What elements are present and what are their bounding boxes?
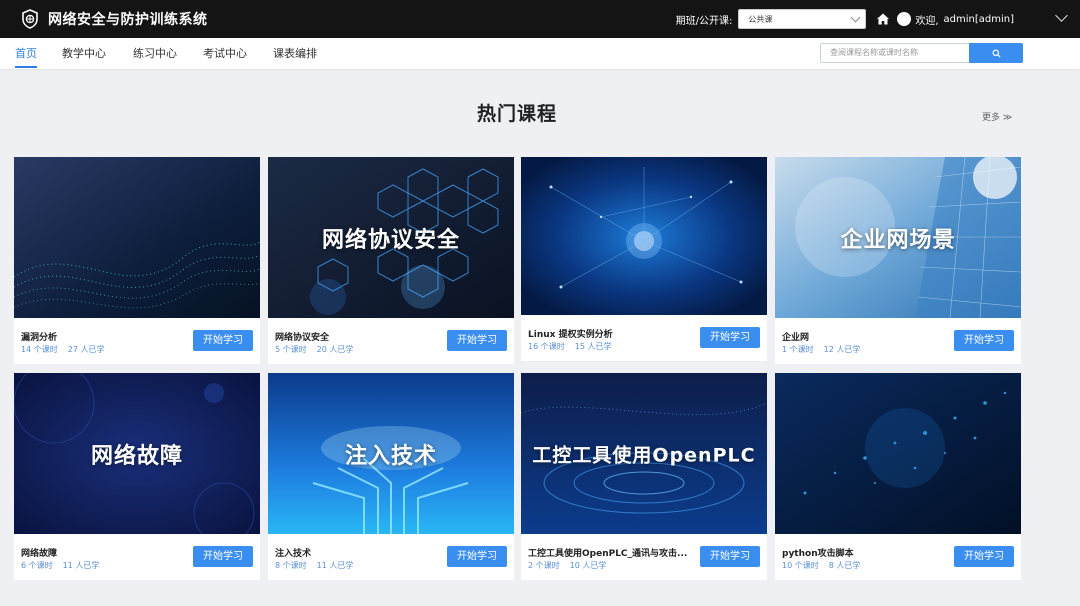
learner-count: 11 人已学: [62, 561, 100, 570]
thumbnail-title: 企业网场景: [840, 227, 956, 253]
search-input[interactable]: 查阅课程名称或课时名称: [820, 43, 970, 63]
course-card[interactable]: Linux 提权实例分析 16 个课时 15 人已学 开始学习: [521, 157, 767, 361]
chevron-down-icon: [850, 12, 861, 22]
class-select-value: 公共课: [748, 14, 773, 24]
learner-count: 20 人已学: [316, 345, 354, 354]
user-area: 期班/公开课: 公共课 欢迎, admin[admin]: [675, 0, 1068, 38]
nav-item-schedule[interactable]: 课表编排: [273, 38, 317, 69]
course-thumbnail[interactable]: 注入技术: [268, 373, 514, 534]
thumbnail-title: 工控工具使用OpenPLC: [532, 444, 756, 466]
course-meta: 8 个课时 11 人已学: [275, 560, 353, 571]
course-card[interactable]: 网络故障 网络故障 6 个课时 11 人已学 开始学习: [14, 373, 260, 580]
avatar[interactable]: [897, 12, 912, 26]
lesson-count: 5 个课时: [275, 345, 307, 354]
section-title: 热门课程: [476, 103, 557, 125]
start-learning-button[interactable]: 开始学习: [193, 546, 253, 567]
nav-item-teaching[interactable]: 教学中心: [62, 38, 106, 69]
lesson-count: 14 个课时: [21, 345, 58, 354]
course-thumbnail[interactable]: 网络协议安全: [268, 157, 514, 318]
start-learning-button[interactable]: 开始学习: [700, 327, 760, 348]
course-name[interactable]: 企业网: [782, 330, 809, 343]
thumbnail-title: 网络协议安全: [321, 227, 460, 253]
thumbnail-title: 网络故障: [90, 443, 183, 469]
course-card[interactable]: 注入技术 注入技术 8 个课时 11 人已学 开始学习: [268, 373, 514, 580]
course-card[interactable]: python攻击脚本 10 个课时 8 人已学 开始学习: [775, 373, 1021, 580]
course-meta: 6 个课时 11 人已学: [21, 560, 99, 571]
course-name[interactable]: python攻击脚本: [782, 546, 854, 559]
course-thumbnail[interactable]: 工控工具使用OpenPLC: [521, 373, 767, 534]
course-meta: 14 个课时 27 人已学: [21, 344, 104, 355]
course-meta: 5 个课时 20 人已学: [275, 344, 353, 355]
lesson-count: 16 个课时: [528, 342, 565, 351]
nav-item-exam[interactable]: 考试中心: [203, 38, 247, 69]
lesson-count: 2 个课时: [528, 561, 560, 570]
course-thumbnail[interactable]: [775, 373, 1021, 534]
top-bar: 网络安全与防护训练系统 期班/公开课: 公共课 欢迎, admin[admin]: [0, 0, 1080, 38]
main-nav: 首页 教学中心 练习中心 考试中心 课表编排 查阅课程名称或课时名称: [0, 38, 1080, 69]
search-icon: [991, 48, 1001, 58]
course-card[interactable]: 企业网场景 企业网 1 个课时 12 人已学 开始学习: [775, 157, 1021, 364]
learner-count: 10 人已学: [569, 561, 607, 570]
course-name[interactable]: 工控工具使用OpenPLC_通讯与攻击...: [528, 546, 687, 559]
lesson-count: 1 个课时: [782, 345, 814, 354]
course-thumbnail[interactable]: 网络故障: [14, 373, 260, 534]
course-card[interactable]: 工控工具使用OpenPLC 工控工具使用OpenPLC_通讯与攻击... 2 个…: [521, 373, 767, 580]
start-learning-button[interactable]: 开始学习: [193, 330, 253, 351]
learner-count: 11 人已学: [316, 561, 354, 570]
class-label: 期班/公开课:: [675, 15, 733, 27]
learner-count: 15 人已学: [574, 342, 612, 351]
course-name[interactable]: 网络协议安全: [275, 330, 329, 343]
course-name[interactable]: 漏洞分析: [21, 330, 57, 343]
nav-item-practice[interactable]: 练习中心: [133, 38, 177, 69]
course-thumbnail[interactable]: [14, 157, 260, 318]
course-meta: 1 个课时 12 人已学: [782, 344, 860, 355]
course-meta: 10 个课时 8 人已学: [782, 560, 860, 571]
lesson-count: 8 个课时: [275, 561, 307, 570]
search-button[interactable]: [969, 43, 1023, 63]
lesson-count: 6 个课时: [21, 561, 53, 570]
course-meta: 2 个课时 10 人已学: [528, 560, 606, 571]
course-name[interactable]: Linux 提权实例分析: [528, 327, 613, 340]
course-card[interactable]: 网络协议安全 网络协议安全 5 个课时 20 人已学 开始学习: [268, 157, 514, 364]
user-name[interactable]: admin[admin]: [944, 14, 1014, 25]
welcome-text: 欢迎,: [915, 15, 939, 27]
shield-icon: [22, 9, 38, 29]
course-name[interactable]: 注入技术: [275, 546, 311, 559]
learner-count: 8 人已学: [828, 561, 861, 570]
learner-count: 27 人已学: [67, 345, 105, 354]
course-card[interactable]: 漏洞分析 14 个课时 27 人已学 开始学习: [14, 157, 260, 364]
start-learning-button[interactable]: 开始学习: [954, 546, 1014, 567]
learner-count: 12 人已学: [823, 345, 861, 354]
nav-item-home[interactable]: 首页: [15, 38, 37, 69]
home-icon[interactable]: [876, 12, 890, 26]
start-learning-button[interactable]: 开始学习: [447, 330, 507, 351]
course-thumbnail[interactable]: 企业网场景: [775, 157, 1021, 318]
start-learning-button[interactable]: 开始学习: [954, 330, 1014, 351]
start-learning-button[interactable]: 开始学习: [700, 546, 760, 567]
logo[interactable]: 网络安全与防护训练系统: [20, 9, 208, 29]
lesson-count: 10 个课时: [782, 561, 819, 570]
course-name[interactable]: 网络故障: [21, 546, 57, 559]
course-meta: 16 个课时 15 人已学: [528, 341, 611, 352]
more-link[interactable]: 更多 ≫: [982, 110, 1012, 123]
class-select[interactable]: 公共课: [738, 9, 867, 29]
app-title: 网络安全与防护训练系统: [48, 12, 208, 28]
thumbnail-title: 注入技术: [344, 443, 437, 469]
user-menu-chevron-icon[interactable]: [1055, 9, 1068, 22]
course-thumbnail[interactable]: [521, 157, 767, 315]
start-learning-button[interactable]: 开始学习: [447, 546, 507, 567]
